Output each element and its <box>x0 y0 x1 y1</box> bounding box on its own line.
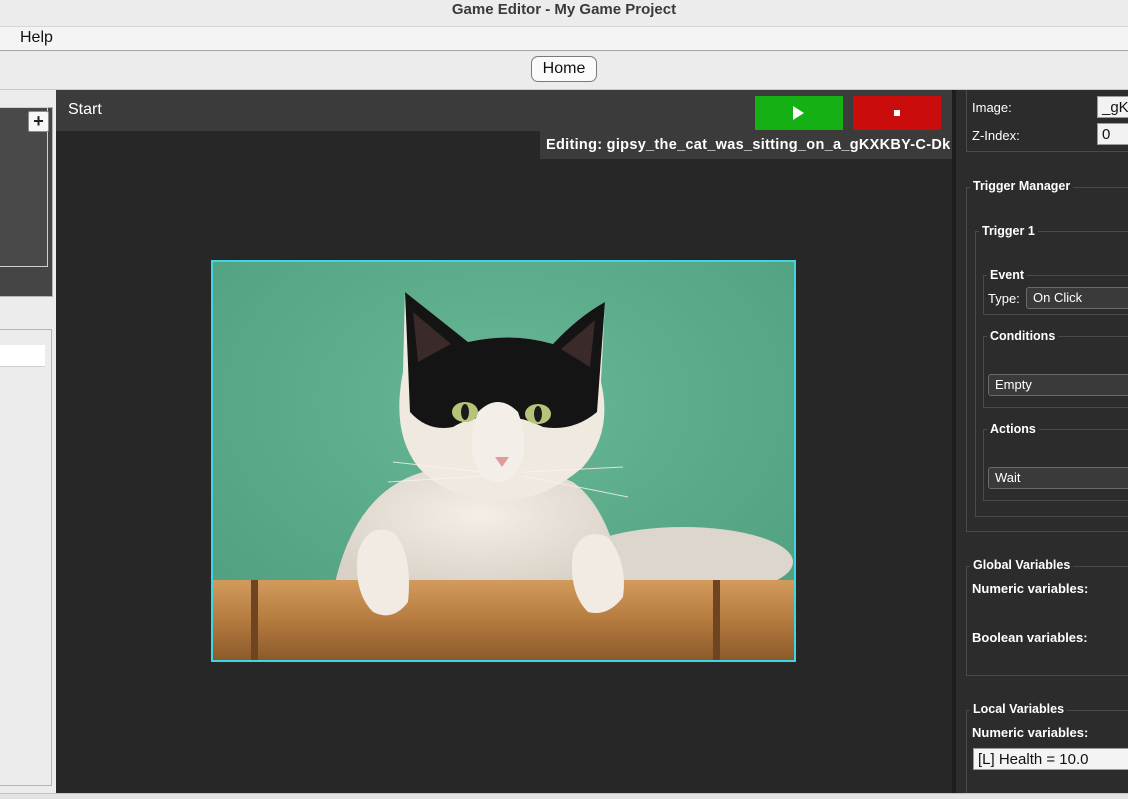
inspector-panel: Image: _gKX Z-Index: 0 Trigger Manager T… <box>956 90 1128 793</box>
add-scene-button[interactable]: + <box>28 111 49 132</box>
scene-canvas[interactable]: Start Editing: gipsy_the_cat_was_sitting… <box>56 90 952 793</box>
scene-title: Start <box>68 101 102 118</box>
global-boolean-label: Boolean variables: <box>972 630 1088 645</box>
editing-label: Editing: gipsy_the_cat_was_sitting_on_a_… <box>540 131 952 159</box>
play-icon <box>793 106 804 120</box>
home-button[interactable]: Home <box>531 56 597 82</box>
image-label: Image: <box>972 100 1012 115</box>
canvas-header: Start <box>56 90 952 131</box>
object-list-panel <box>0 329 52 786</box>
image-field[interactable]: _gKX <box>1097 96 1128 118</box>
window-title: Game Editor - My Game Project <box>0 0 1128 27</box>
object-list-field[interactable] <box>0 345 45 367</box>
event-title: Event <box>987 268 1028 282</box>
menu-help[interactable]: Help <box>20 29 53 47</box>
actions-group <box>983 429 1128 501</box>
menu-bar: Help <box>0 27 1128 51</box>
tab-strip: Home <box>0 52 1128 90</box>
zindex-field[interactable]: 0 <box>1097 123 1128 145</box>
stop-button[interactable] <box>853 96 941 130</box>
zindex-label: Z-Index: <box>972 128 1020 143</box>
cat-image <box>213 262 794 660</box>
actions-title: Actions <box>987 422 1039 436</box>
action-dropdown[interactable]: Wait <box>988 467 1128 489</box>
stop-icon <box>894 110 900 116</box>
trigger-manager-title: Trigger Manager <box>970 179 1074 193</box>
conditions-group <box>983 336 1128 408</box>
left-panel: + <box>0 90 56 793</box>
status-bar <box>0 793 1128 799</box>
trigger-1-title: Trigger 1 <box>979 224 1038 238</box>
local-variable-health[interactable]: [L] Health = 10.0 <box>973 748 1128 770</box>
global-numeric-label: Numeric variables: <box>972 581 1089 596</box>
local-variables-title: Local Variables <box>970 702 1068 716</box>
play-button[interactable] <box>755 96 843 130</box>
local-numeric-label: Numeric variables: <box>972 725 1089 740</box>
type-label: Type: <box>988 291 1020 306</box>
condition-dropdown[interactable]: Empty <box>988 374 1128 396</box>
global-variables-title: Global Variables <box>970 558 1074 572</box>
selected-sprite[interactable] <box>211 260 796 662</box>
event-type-dropdown[interactable]: On Click <box>1026 287 1128 309</box>
conditions-title: Conditions <box>987 329 1059 343</box>
